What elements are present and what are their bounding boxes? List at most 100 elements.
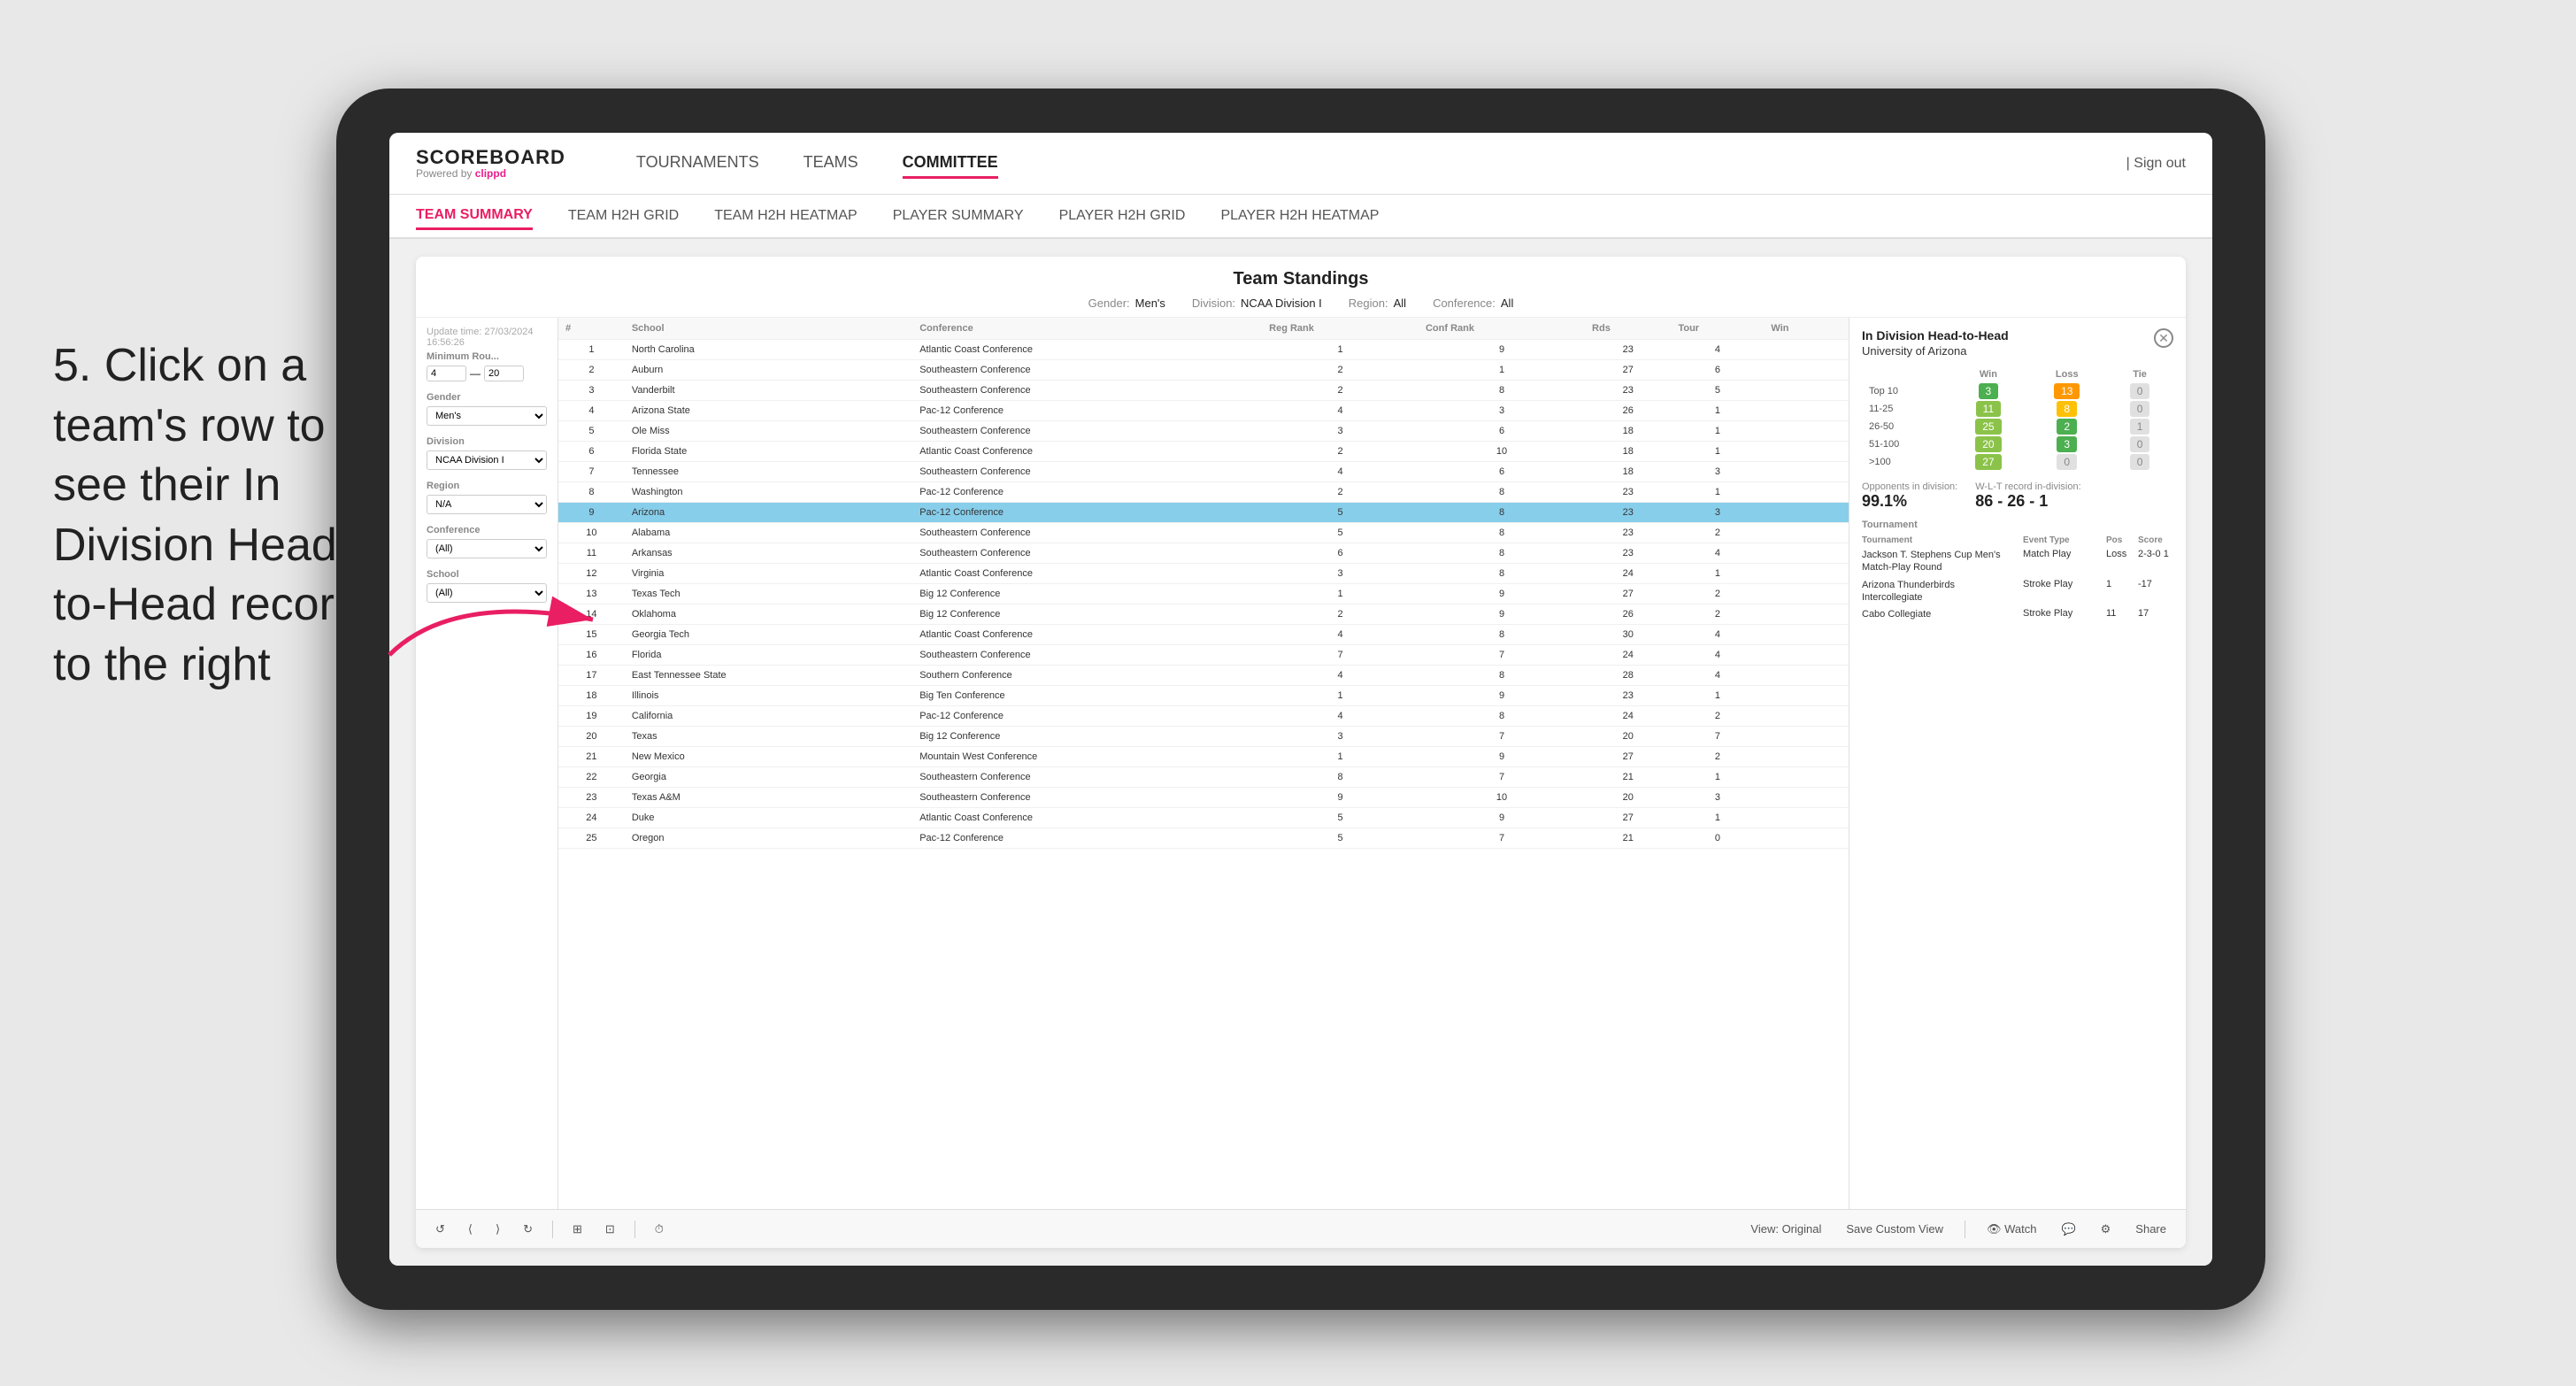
subnav-player-summary[interactable]: PLAYER SUMMARY <box>893 204 1024 228</box>
redo-button[interactable]: ↻ <box>516 1219 540 1240</box>
crop-button[interactable]: ⊡ <box>598 1219 622 1240</box>
tour-cell: 4 <box>1671 625 1764 645</box>
nav-committee[interactable]: COMMITTEE <box>903 149 998 179</box>
sign-out-button[interactable]: | Sign out <box>2126 156 2186 172</box>
subnav-team-h2h-grid[interactable]: TEAM H2H GRID <box>568 204 679 228</box>
nav-tournaments[interactable]: TOURNAMENTS <box>636 149 759 179</box>
h2h-loss-cell: 8 <box>2027 400 2106 418</box>
rds-cell: 18 <box>1585 462 1671 482</box>
tournament-header: TournamentEvent TypePosScore <box>1862 535 2173 545</box>
filter-division: Division: NCAA Division I <box>1192 296 1322 310</box>
clock-button[interactable]: ⏱ <box>648 1219 671 1240</box>
school-cell: Georgia Tech <box>625 625 912 645</box>
save-custom-button[interactable]: Save Custom View <box>1839 1219 1950 1239</box>
conference-select[interactable]: (All) <box>427 539 547 558</box>
school-cell: Texas <box>625 727 912 747</box>
table-header-row: # School Conference Reg Rank Conf Rank R… <box>558 318 1849 340</box>
reg-rank-cell: 2 <box>1262 360 1419 381</box>
gender-select[interactable]: Men's <box>427 406 547 426</box>
table-row[interactable]: 24 Duke Atlantic Coast Conference 5 9 27… <box>558 808 1849 828</box>
table-row[interactable]: 17 East Tennessee State Southern Confere… <box>558 666 1849 686</box>
tournament-name: Arizona Thunderbirds Intercollegiate <box>1862 579 2018 604</box>
division-select[interactable]: NCAA Division I <box>427 450 547 470</box>
table-row[interactable]: 25 Oregon Pac-12 Conference 5 7 21 0 <box>558 828 1849 849</box>
subnav-player-h2h-heatmap[interactable]: PLAYER H2H HEATMAP <box>1220 204 1379 228</box>
table-row[interactable]: 12 Virginia Atlantic Coast Conference 3 … <box>558 564 1849 584</box>
content-inner: Update time: 27/03/2024 16:56:26 Minimum… <box>416 318 2186 1209</box>
rank-cell: 16 <box>558 645 625 666</box>
watch-button[interactable]: 👁 Watch <box>1980 1219 2043 1240</box>
rank-cell: 5 <box>558 421 625 442</box>
copy-button[interactable]: ⊞ <box>565 1219 589 1240</box>
nav-teams[interactable]: TEAMS <box>804 149 858 179</box>
table-row[interactable]: 6 Florida State Atlantic Coast Conferenc… <box>558 442 1849 462</box>
tour-cell: 4 <box>1671 645 1764 666</box>
step-back-button[interactable]: ⟨ <box>461 1219 480 1240</box>
table-row[interactable]: 16 Florida Southeastern Conference 7 7 2… <box>558 645 1849 666</box>
tour-cell: 1 <box>1671 808 1764 828</box>
h2h-tie-cell: 0 <box>2106 382 2173 400</box>
table-row[interactable]: 19 California Pac-12 Conference 4 8 24 2 <box>558 706 1849 727</box>
rds-cell: 23 <box>1585 340 1671 360</box>
table-row[interactable]: 9 Arizona Pac-12 Conference 5 8 23 3 <box>558 503 1849 523</box>
subnav-team-summary[interactable]: TEAM SUMMARY <box>416 203 533 230</box>
region-select[interactable]: N/A <box>427 495 547 514</box>
rds-cell: 23 <box>1585 523 1671 543</box>
reg-rank-cell: 7 <box>1262 645 1419 666</box>
tour-cell: 1 <box>1671 686 1764 706</box>
table-row[interactable]: 13 Texas Tech Big 12 Conference 1 9 27 2 <box>558 584 1849 604</box>
table-row[interactable]: 7 Tennessee Southeastern Conference 4 6 … <box>558 462 1849 482</box>
rds-cell: 21 <box>1585 828 1671 849</box>
col-win: Win <box>1764 318 1849 340</box>
table-row[interactable]: 8 Washington Pac-12 Conference 2 8 23 1 <box>558 482 1849 503</box>
conf-rank-cell: 9 <box>1419 584 1585 604</box>
school-cell: Texas Tech <box>625 584 912 604</box>
table-row[interactable]: 10 Alabama Southeastern Conference 5 8 2… <box>558 523 1849 543</box>
rds-cell: 20 <box>1585 727 1671 747</box>
rank-cell: 24 <box>558 808 625 828</box>
tour-cell: 4 <box>1671 666 1764 686</box>
win-cell <box>1764 401 1849 421</box>
rank-cell: 13 <box>558 584 625 604</box>
table-row[interactable]: 14 Oklahoma Big 12 Conference 2 9 26 2 <box>558 604 1849 625</box>
table-row[interactable]: 15 Georgia Tech Atlantic Coast Conferenc… <box>558 625 1849 645</box>
step-forward-button[interactable]: ⟩ <box>488 1219 507 1240</box>
card-header: Team Standings Gender: Men's Division: N… <box>416 257 2186 318</box>
table-row[interactable]: 4 Arizona State Pac-12 Conference 4 3 26… <box>558 401 1849 421</box>
table-row[interactable]: 3 Vanderbilt Southeastern Conference 2 8… <box>558 381 1849 401</box>
school-select[interactable]: (All) <box>427 583 547 603</box>
conf-rank-cell: 9 <box>1419 686 1585 706</box>
subnav-player-h2h-grid[interactable]: PLAYER H2H GRID <box>1059 204 1186 228</box>
tournament-score: -17 <box>2138 579 2173 589</box>
table-row[interactable]: 22 Georgia Southeastern Conference 8 7 2… <box>558 767 1849 788</box>
table-row[interactable]: 2 Auburn Southeastern Conference 2 1 27 … <box>558 360 1849 381</box>
table-row[interactable]: 1 North Carolina Atlantic Coast Conferen… <box>558 340 1849 360</box>
school-cell: Georgia <box>625 767 912 788</box>
comment-button[interactable]: 💬 <box>2054 1219 2082 1240</box>
share-button[interactable]: Share <box>2128 1219 2173 1239</box>
rank-cell: 19 <box>558 706 625 727</box>
h2h-close-button[interactable]: ✕ <box>2154 328 2173 348</box>
h2h-title: In Division Head-to-Head <box>1862 328 2173 343</box>
table-row[interactable]: 21 New Mexico Mountain West Conference 1… <box>558 747 1849 767</box>
undo-button[interactable]: ↺ <box>428 1219 452 1240</box>
conference-cell: Southeastern Conference <box>912 360 1262 381</box>
settings-button[interactable]: ⚙ <box>2094 1219 2118 1240</box>
conf-rank-cell: 10 <box>1419 442 1585 462</box>
win-cell <box>1764 686 1849 706</box>
view-original-button[interactable]: View: Original <box>1743 1219 1828 1239</box>
win-cell <box>1764 462 1849 482</box>
win-cell <box>1764 360 1849 381</box>
max-rounds-input[interactable] <box>484 366 524 381</box>
table-row[interactable]: 18 Illinois Big Ten Conference 1 9 23 1 <box>558 686 1849 706</box>
table-row[interactable]: 11 Arkansas Southeastern Conference 6 8 … <box>558 543 1849 564</box>
subnav-team-h2h-heatmap[interactable]: TEAM H2H HEATMAP <box>714 204 857 228</box>
tournament-pos: 1 <box>2106 579 2133 589</box>
table-row[interactable]: 20 Texas Big 12 Conference 3 7 20 7 <box>558 727 1849 747</box>
h2h-tie-cell: 0 <box>2106 400 2173 418</box>
win-cell <box>1764 482 1849 503</box>
min-rounds-input[interactable] <box>427 366 466 381</box>
table-row[interactable]: 5 Ole Miss Southeastern Conference 3 6 1… <box>558 421 1849 442</box>
table-row[interactable]: 23 Texas A&M Southeastern Conference 9 1… <box>558 788 1849 808</box>
h2h-col-label <box>1862 366 1949 382</box>
